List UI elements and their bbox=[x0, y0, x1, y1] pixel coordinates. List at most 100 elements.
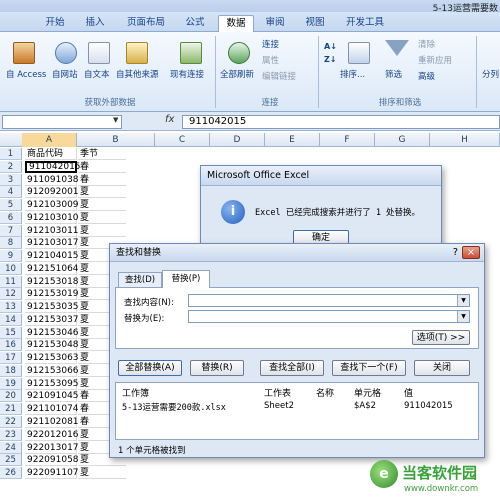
cell-a[interactable]: 912153063 bbox=[25, 352, 79, 365]
results-header-workbook[interactable]: 工作簿 bbox=[122, 386, 149, 399]
fx-icon[interactable]: fx bbox=[165, 114, 174, 125]
name-box[interactable] bbox=[2, 115, 122, 129]
reapply-button[interactable]: 重新应用 bbox=[418, 54, 452, 66]
cell-a[interactable]: 911042015 bbox=[25, 160, 81, 173]
row-header[interactable]: 25 bbox=[0, 454, 22, 467]
advanced-button[interactable]: 高级 bbox=[418, 70, 435, 82]
help-icon[interactable]: ? bbox=[453, 244, 458, 262]
cell-b[interactable]: 夏 bbox=[78, 212, 126, 224]
row-header[interactable]: 16 bbox=[0, 339, 22, 352]
row-header[interactable]: 15 bbox=[0, 326, 22, 339]
cell-b[interactable]: 季节 bbox=[78, 148, 126, 160]
row-header[interactable]: 26 bbox=[0, 467, 22, 479]
results-list[interactable]: 工作簿 工作表 名称 单元格 值 5-13运营需要200款.xlsx Sheet… bbox=[115, 382, 479, 440]
results-header-sheet[interactable]: 工作表 bbox=[264, 386, 291, 399]
column-header-a[interactable]: A bbox=[22, 133, 77, 147]
options-button[interactable]: 选项(T) >> bbox=[412, 330, 470, 345]
cell-a[interactable]: 922091107 bbox=[25, 467, 79, 479]
tab-find[interactable]: 查找(D) bbox=[118, 272, 162, 287]
cell-a[interactable]: 911091038 bbox=[25, 173, 79, 186]
formula-input[interactable]: 911042015 bbox=[182, 115, 500, 129]
row-header[interactable]: 17 bbox=[0, 352, 22, 365]
column-header-f[interactable]: F bbox=[320, 133, 375, 147]
replace-input[interactable]: ▼ bbox=[188, 310, 470, 323]
row-header[interactable]: 22 bbox=[0, 416, 22, 428]
chevron-down-icon[interactable]: ▼ bbox=[457, 311, 469, 322]
find-next-button[interactable]: 查找下一个(F) bbox=[332, 360, 406, 376]
column-header-h[interactable]: H bbox=[430, 133, 500, 147]
chevron-down-icon[interactable]: ▼ bbox=[113, 116, 118, 124]
cell-a[interactable]: 912104015 bbox=[25, 250, 79, 263]
cell-a[interactable]: 921101074 bbox=[25, 403, 79, 416]
column-header-e[interactable]: E bbox=[265, 133, 320, 147]
cell-a[interactable]: 922091058 bbox=[25, 454, 79, 467]
column-header-g[interactable]: G bbox=[375, 133, 430, 147]
results-header-name[interactable]: 名称 bbox=[316, 386, 334, 399]
cell-a[interactable]: 912153019 bbox=[25, 288, 79, 301]
properties-button[interactable]: 属性 bbox=[262, 54, 279, 66]
close-icon[interactable]: × bbox=[462, 246, 480, 259]
find-all-button[interactable]: 查找全部(I) bbox=[260, 360, 324, 376]
column-header-d[interactable]: D bbox=[210, 133, 265, 147]
cell-a[interactable]: 921102081 bbox=[25, 416, 79, 428]
cell-a[interactable]: 912153048 bbox=[25, 339, 79, 352]
cell-a[interactable]: 912153046 bbox=[25, 326, 79, 339]
cell-a[interactable]: 912103011 bbox=[25, 224, 79, 237]
cell-a[interactable]: 912103009 bbox=[25, 199, 79, 211]
tab-replace[interactable]: 替换(P) bbox=[162, 270, 210, 288]
row-header[interactable]: 19 bbox=[0, 377, 22, 390]
column-header-c[interactable]: C bbox=[155, 133, 210, 147]
row-header[interactable]: 21 bbox=[0, 403, 22, 416]
cell-a[interactable]: 912103010 bbox=[25, 211, 79, 224]
row-header[interactable]: 14 bbox=[0, 313, 22, 326]
row-header[interactable]: 4 bbox=[0, 186, 22, 199]
row-header[interactable]: 24 bbox=[0, 441, 22, 454]
from-access-button[interactable]: 自 Access bbox=[6, 68, 46, 80]
tab-home[interactable]: 开始 bbox=[38, 15, 72, 32]
row-header[interactable]: 20 bbox=[0, 390, 22, 403]
row-header[interactable]: 1 bbox=[0, 148, 22, 160]
replace-button[interactable]: 替换(R) bbox=[190, 360, 244, 376]
cell-a[interactable]: 912153018 bbox=[25, 275, 79, 288]
column-header-b[interactable]: B bbox=[77, 133, 155, 147]
cell-a[interactable]: 912103017 bbox=[25, 237, 79, 250]
row-header[interactable]: 18 bbox=[0, 364, 22, 377]
tab-page-layout[interactable]: 页面布局 bbox=[118, 15, 174, 32]
row-header[interactable]: 3 bbox=[0, 173, 22, 186]
existing-connections-button[interactable]: 现有连接 bbox=[170, 68, 204, 80]
cell-a[interactable]: 912153095 bbox=[25, 377, 79, 390]
cell-b[interactable]: 春 bbox=[78, 174, 126, 186]
filter-button[interactable]: 筛选 bbox=[385, 68, 402, 80]
results-header-cell[interactable]: 单元格 bbox=[354, 386, 381, 399]
row-header[interactable]: 2 bbox=[0, 160, 22, 173]
cell-a[interactable]: 922013017 bbox=[25, 441, 79, 454]
connections-button[interactable]: 连接 bbox=[262, 38, 279, 50]
row-header[interactable]: 8 bbox=[0, 237, 22, 250]
result-row[interactable]: 5-13运营需要200款.xlsx Sheet2 $A$2 911042015 bbox=[116, 400, 478, 414]
row-header[interactable]: 10 bbox=[0, 262, 22, 275]
cell-b[interactable]: 夏 bbox=[78, 225, 126, 237]
row-header[interactable]: 13 bbox=[0, 301, 22, 314]
cell-a[interactable]: 912153037 bbox=[25, 313, 79, 326]
tab-review[interactable]: 审阅 bbox=[258, 15, 292, 32]
tab-insert[interactable]: 插入 bbox=[78, 15, 112, 32]
chevron-down-icon[interactable]: ▼ bbox=[457, 295, 469, 306]
cell-b[interactable]: 夏 bbox=[78, 186, 126, 199]
clear-button[interactable]: 清除 bbox=[418, 38, 435, 50]
cell-b[interactable]: 夏 bbox=[78, 467, 126, 479]
row-header[interactable]: 12 bbox=[0, 288, 22, 301]
tab-developer[interactable]: 开发工具 bbox=[340, 15, 390, 32]
cell-a[interactable]: 912153066 bbox=[25, 364, 79, 377]
cell-b[interactable]: 夏 bbox=[78, 199, 126, 211]
tab-view[interactable]: 视图 bbox=[298, 15, 332, 32]
cell-a[interactable]: 商品代码 bbox=[25, 148, 77, 160]
cell-a[interactable]: 921091045 bbox=[25, 390, 79, 403]
from-other-sources-button[interactable]: 自其他来源 bbox=[116, 68, 159, 80]
cell-a[interactable]: 912151064 bbox=[25, 262, 79, 275]
row-header[interactable]: 9 bbox=[0, 250, 22, 263]
find-input[interactable]: ▼ bbox=[188, 294, 470, 307]
row-header[interactable]: 5 bbox=[0, 199, 22, 211]
refresh-all-button[interactable]: 全部刷新 bbox=[220, 68, 254, 80]
cell-a[interactable]: 912092001 bbox=[25, 186, 79, 199]
row-header[interactable]: 6 bbox=[0, 211, 22, 224]
